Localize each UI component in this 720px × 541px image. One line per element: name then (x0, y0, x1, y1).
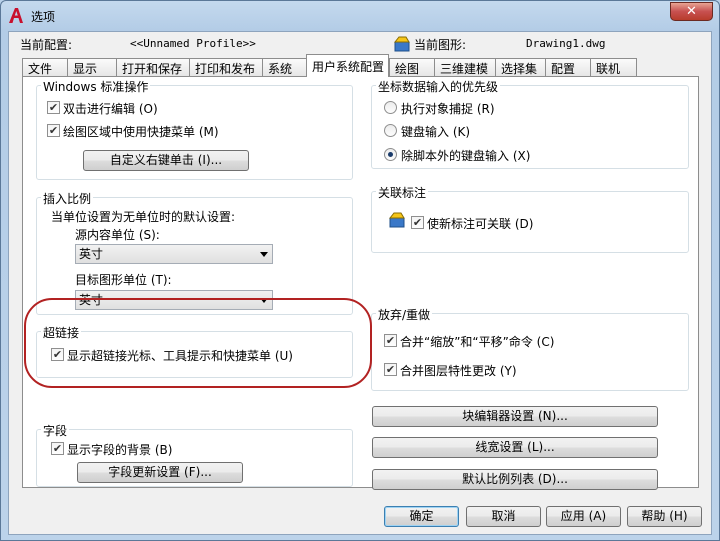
tab-online[interactable]: 联机 (590, 58, 637, 76)
source-units-label: 源内容单位 (S): (75, 228, 160, 242)
cancel-button[interactable]: 取消 (466, 506, 541, 527)
coordinate-priority-title: 坐标数据输入的优先级 (376, 78, 501, 95)
associative-dim-group: 关联标注 ✔ 使新标注可关联 (D) (371, 184, 689, 253)
insert-scale-subtitle: 当单位设置为无单位时的默认设置: (51, 210, 236, 224)
associative-dim-title: 关联标注 (376, 184, 429, 201)
source-units-select[interactable]: 英寸 (75, 244, 273, 264)
block-editor-settings-button[interactable]: 块编辑器设置 (N)... (372, 406, 658, 427)
coordinate-priority-group: 坐标数据输入的优先级 执行对象捕捉 (R) 键盘输入 (K) 除脚本外的键盘输入… (371, 78, 689, 169)
current-profile-label: 当前配置: (20, 38, 73, 52)
close-button[interactable]: ✕ (670, 2, 713, 21)
radio-keyboard-except-scripts[interactable] (384, 148, 397, 161)
tab-selection[interactable]: 选择集 (495, 58, 546, 76)
title-bar[interactable]: 选项 ✕ (1, 1, 719, 31)
undo-redo-title: 放弃/重做 (376, 306, 433, 323)
tab-plot-publish[interactable]: 打印和发布 (189, 58, 263, 76)
associative-dim-checkbox[interactable]: ✔ (411, 216, 424, 229)
dimension-icon (389, 212, 405, 228)
source-units-value: 英寸 (79, 247, 104, 261)
window-title: 选项 (31, 10, 56, 24)
tab-system[interactable]: 系统 (262, 58, 307, 76)
tab-display[interactable]: 显示 (67, 58, 117, 76)
default-scale-list-button[interactable]: 默认比例列表 (D)... (372, 469, 658, 490)
radio-object-snap-label: 执行对象捕捉 (R) (401, 102, 495, 116)
dialog-client: 当前配置: <<Unnamed Profile>> 当前图形: Drawing1… (8, 31, 712, 535)
tab-open-save[interactable]: 打开和保存 (116, 58, 190, 76)
custom-right-click-button[interactable]: 自定义右键单击 (I)... (83, 150, 249, 171)
field-update-settings-button[interactable]: 字段更新设置 (F)... (77, 462, 243, 483)
radio-keyboard-entry[interactable] (384, 124, 397, 137)
combine-layer-changes-checkbox[interactable]: ✔ (384, 363, 397, 376)
radio-keyboard-entry-label: 键盘输入 (K) (401, 125, 471, 139)
current-drawing-label: 当前图形: (414, 38, 467, 52)
tab-3d-modeling[interactable]: 三维建模 (434, 58, 496, 76)
shortcut-menus-checkbox[interactable]: ✔ (47, 124, 60, 137)
tab-files[interactable]: 文件 (22, 58, 68, 76)
fields-title: 字段 (41, 422, 70, 439)
options-dialog: 选项 ✕ 当前配置: <<Unnamed Profile>> 当前图形: Dra… (0, 0, 720, 541)
field-background-label: 显示字段的背景 (B) (67, 443, 173, 457)
drawing-icon (394, 36, 410, 52)
fields-group: 字段 ✔ 显示字段的背景 (B) 字段更新设置 (F)... (36, 422, 353, 487)
tab-profiles[interactable]: 配置 (545, 58, 591, 76)
insert-scale-title: 插入比例 (41, 190, 94, 207)
chevron-down-icon (260, 252, 268, 257)
apply-button[interactable]: 应用 (A) (546, 506, 621, 527)
windows-ops-group: Windows 标准操作 ✔ 双击进行编辑 (O) ✔ 绘图区域中使用快捷菜单 … (36, 78, 353, 180)
current-profile-value: <<Unnamed Profile>> (130, 37, 256, 50)
combine-layer-changes-label: 合并图层特性更改 (Y) (400, 364, 517, 378)
double-click-edit-label: 双击进行编辑 (O) (63, 102, 158, 116)
lineweight-settings-button[interactable]: 线宽设置 (L)... (372, 437, 658, 458)
radio-keyboard-except-scripts-label: 除脚本外的键盘输入 (X) (401, 149, 531, 163)
target-units-label: 目标图形单位 (T): (75, 273, 172, 287)
undo-redo-group: 放弃/重做 ✔ 合并“缩放”和“平移”命令 (C) ✔ 合并图层特性更改 (Y) (371, 306, 689, 391)
associative-dim-label: 使新标注可关联 (D) (427, 217, 534, 231)
help-button[interactable]: 帮助 (H) (627, 506, 702, 527)
field-background-checkbox[interactable]: ✔ (51, 442, 64, 455)
double-click-edit-checkbox[interactable]: ✔ (47, 101, 60, 114)
autocad-a-icon (9, 8, 23, 23)
close-icon: ✕ (686, 4, 697, 19)
windows-ops-title: Windows 标准操作 (41, 78, 151, 95)
highlight-annotation (24, 298, 372, 388)
combine-zoom-pan-label: 合并“缩放”和“平移”命令 (C) (400, 335, 555, 349)
tab-drafting[interactable]: 绘图 (389, 58, 435, 76)
radio-object-snap[interactable] (384, 101, 397, 114)
shortcut-menus-label: 绘图区域中使用快捷菜单 (M) (63, 125, 219, 139)
user-preferences-page: Windows 标准操作 ✔ 双击进行编辑 (O) ✔ 绘图区域中使用快捷菜单 … (22, 76, 699, 490)
tab-user-preferences[interactable]: 用户系统配置 (306, 54, 389, 77)
combine-zoom-pan-checkbox[interactable]: ✔ (384, 334, 397, 347)
ok-button[interactable]: 确定 (384, 506, 459, 527)
current-drawing-value: Drawing1.dwg (526, 37, 606, 50)
